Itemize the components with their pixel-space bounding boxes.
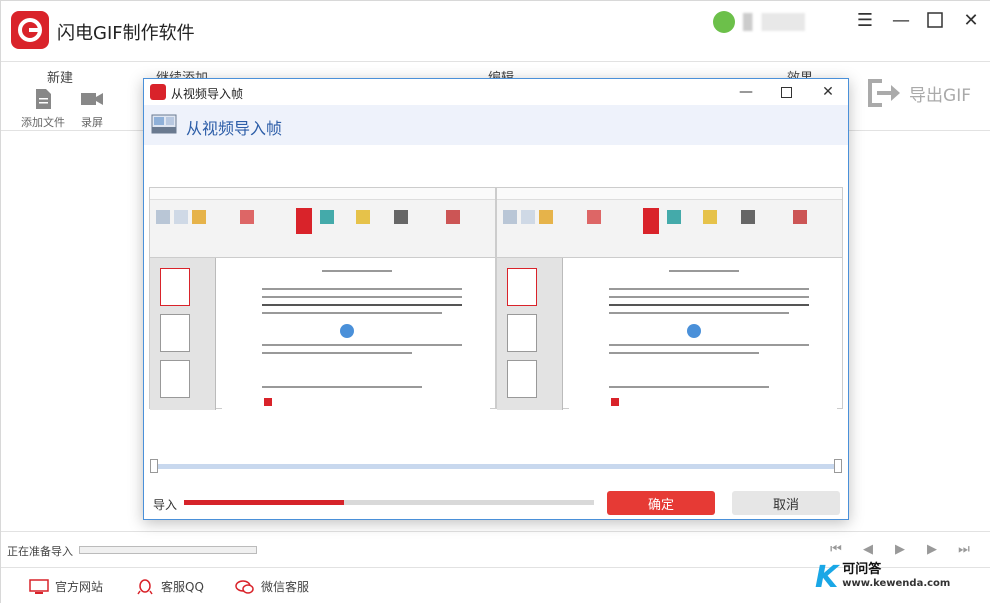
support-wechat-link[interactable]: 微信客服 [235, 578, 309, 595]
play-icon[interactable]: ▶ [891, 540, 909, 558]
next-frame-icon[interactable]: ▶ [923, 540, 941, 558]
app-logo-icon [11, 11, 49, 49]
previous-frame-icon[interactable]: ◀ [859, 540, 877, 558]
slider-start-handle[interactable] [150, 459, 158, 473]
wechat-icon [235, 579, 254, 594]
monitor-icon [29, 578, 49, 594]
add-file-label: 添加文件 [21, 116, 65, 129]
film-frames-icon [151, 114, 177, 134]
qq-icon [137, 578, 153, 594]
group-title-new: 新建 [47, 71, 74, 86]
wechat-user-icon[interactable] [713, 11, 735, 33]
wechat-label: 微信客服 [261, 580, 310, 594]
app-title: 闪电GIF制作软件 [57, 23, 195, 44]
status-progress-bar [79, 546, 257, 554]
support-qq-link[interactable]: 客服QQ [135, 578, 204, 595]
title-bar: 闪电GIF制作软件 ☰ — ✕ [1, 1, 990, 61]
frame-range-slider[interactable] [150, 459, 842, 473]
user-account[interactable] [743, 13, 805, 31]
official-website-link[interactable]: 官方网站 [29, 578, 103, 595]
export-icon [868, 79, 901, 107]
dialog-minimize-icon[interactable]: — [736, 82, 756, 102]
export-label: 导出GIF [909, 85, 971, 106]
watermark-logo: K 可问答 www.kewenda.com [815, 557, 965, 597]
slider-track [150, 464, 842, 469]
video-preview [149, 187, 843, 410]
document-icon [36, 89, 51, 109]
first-frame-icon[interactable]: ⏮ [827, 540, 845, 558]
cancel-button[interactable]: 取消 [732, 491, 840, 515]
dialog-maximize-icon[interactable] [776, 82, 796, 102]
import-progress-bar [184, 500, 594, 505]
maximize-icon[interactable] [923, 9, 947, 31]
import-progress-fill [184, 500, 344, 505]
slider-end-handle[interactable] [834, 459, 842, 473]
watermark-cn: 可问答 [842, 562, 882, 577]
status-text: 正在准备导入 [7, 545, 73, 558]
minimize-icon[interactable]: — [889, 9, 913, 31]
add-file-button[interactable]: 添加文件 [18, 88, 68, 130]
confirm-button[interactable]: 确定 [607, 491, 715, 515]
playback-controls: ⏮ ◀ ▶ ▶ ⏭ [827, 540, 973, 558]
record-screen-button[interactable]: 录屏 [67, 88, 117, 130]
dialog-title-bar: 从视频导入帧 — ✕ [144, 79, 848, 105]
watermark-url: www.kewenda.com [842, 578, 951, 589]
export-gif-button[interactable]: 导出GIF [865, 76, 971, 110]
app-window: 闪电GIF制作软件 ☰ — ✕ 新建 继续添加 编辑 效果 添加文件 录屏 导出… [0, 0, 990, 603]
dialog-header-title: 从视频导入帧 [186, 119, 283, 138]
dialog-close-icon[interactable]: ✕ [818, 82, 838, 102]
close-icon[interactable]: ✕ [959, 9, 983, 31]
watermark-letter: K [815, 559, 839, 595]
website-label: 官方网站 [55, 580, 104, 594]
preview-frame-2 [496, 187, 843, 410]
qq-label: 客服QQ [161, 580, 204, 594]
preview-frame-1 [149, 187, 496, 410]
import-frames-dialog: 从视频导入帧 — ✕ 从视频导入帧 导入 确定 取消 [143, 78, 849, 520]
dialog-logo-icon [150, 84, 166, 100]
menu-icon[interactable]: ☰ [853, 9, 877, 31]
record-label: 录屏 [81, 116, 103, 129]
dialog-title: 从视频导入帧 [171, 87, 244, 101]
video-camera-icon [81, 93, 103, 105]
last-frame-icon[interactable]: ⏭ [955, 540, 973, 558]
dialog-header: 从视频导入帧 [144, 105, 848, 145]
import-label: 导入 [153, 498, 178, 512]
